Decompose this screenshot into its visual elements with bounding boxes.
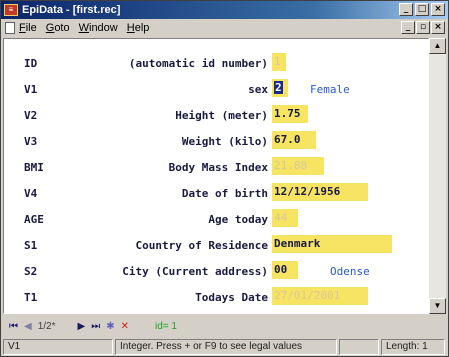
field-row-s2: S2 City (Current address) 00 Odense: [4, 261, 428, 283]
scroll-down-arrow-icon[interactable]: ▼: [429, 298, 446, 314]
data-entry-form: ID (automatic id number) 1 V1 sex 2 Fema…: [3, 38, 429, 314]
window-title: EpiData - [first.rec]: [22, 4, 121, 16]
field-label: Height (meter): [175, 109, 268, 122]
prev-record-icon[interactable]: ◀: [24, 321, 32, 332]
new-record-icon[interactable]: ✱: [106, 321, 114, 332]
doc-close-button[interactable]: ×: [431, 21, 445, 34]
field-input-country[interactable]: Denmark: [272, 235, 392, 253]
field-input-weight[interactable]: 67.0: [272, 131, 316, 149]
field-value-age[interactable]: 44: [272, 209, 298, 227]
field-name: V3: [24, 135, 38, 148]
field-value-bmi[interactable]: 21.88: [272, 157, 324, 175]
title-bar[interactable]: ≡ EpiData - [first.rec] _ □ ×: [1, 1, 448, 19]
status-message: Integer. Press + or F9 to see legal valu…: [115, 339, 337, 355]
status-bar: V1 Integer. Press + or F9 to see legal v…: [1, 338, 448, 356]
menu-bar: File Goto Window Help _ ▫ ×: [1, 19, 448, 37]
field-row-v4: V4 Date of birth 12/12/1956: [4, 183, 428, 205]
field-name: S1: [24, 239, 38, 252]
document-icon[interactable]: [5, 22, 15, 34]
field-value-todays-date[interactable]: 27/01/2001: [272, 287, 368, 305]
field-row-bmi: BMI Body Mass Index 21.88: [4, 157, 428, 179]
field-name: T1: [24, 291, 38, 304]
field-name: ID: [24, 57, 38, 70]
doc-restore-button[interactable]: ▫: [416, 21, 430, 34]
scroll-up-arrow-icon[interactable]: ▲: [429, 38, 446, 54]
status-length: Length: 1: [381, 339, 445, 355]
field-value-id[interactable]: 1: [272, 53, 286, 71]
document-window-controls: _ ▫ ×: [401, 21, 445, 34]
menu-goto[interactable]: Goto: [46, 22, 70, 34]
field-label: Country of Residence: [135, 239, 268, 252]
field-row-t1: T1 Todays Date 27/01/2001: [4, 287, 428, 309]
field-label: sex: [248, 83, 268, 96]
field-row-v3: V3 Weight (kilo) 67.0: [4, 131, 428, 153]
field-name: BMI: [24, 161, 44, 174]
close-button[interactable]: ×: [431, 3, 445, 16]
value-label-hint: Odense: [330, 265, 370, 278]
field-name: V1: [24, 83, 38, 96]
window-controls: _ □ ×: [399, 3, 445, 16]
field-input-sex[interactable]: 2: [272, 79, 288, 97]
minimize-button[interactable]: _: [399, 3, 413, 16]
status-empty-panel: [339, 339, 379, 355]
field-input-height[interactable]: 1.75: [272, 105, 308, 123]
first-record-icon[interactable]: ⏮: [9, 321, 18, 332]
maximize-button[interactable]: □: [415, 3, 429, 16]
epidata-app-icon: ≡: [4, 4, 18, 16]
next-record-icon[interactable]: ▶: [78, 321, 86, 332]
selected-value: 2: [274, 81, 283, 94]
field-name: AGE: [24, 213, 44, 226]
field-input-date-of-birth[interactable]: 12/12/1956: [272, 183, 368, 201]
field-row-age: AGE Age today 44: [4, 209, 428, 231]
menu-help[interactable]: Help: [127, 22, 150, 34]
field-row-s1: S1 Country of Residence Denmark: [4, 235, 428, 257]
field-label: Date of birth: [181, 187, 268, 200]
doc-minimize-button[interactable]: _: [401, 21, 415, 34]
field-row-v2: V2 Height (meter) 1.75: [4, 105, 428, 127]
field-name: V2: [24, 109, 38, 122]
menu-file[interactable]: File: [19, 22, 37, 34]
record-id-label: id= 1: [154, 320, 177, 332]
field-name: V4: [24, 187, 38, 200]
field-input-city[interactable]: 00: [272, 261, 298, 279]
field-name: S2: [24, 265, 38, 278]
field-label: (automatic id number): [128, 57, 268, 70]
field-label: Weight (kilo): [181, 135, 268, 148]
value-label-hint: Female: [310, 83, 350, 96]
status-field-name: V1: [3, 339, 113, 355]
app-window: ≡ EpiData - [first.rec] _ □ × File Goto …: [0, 0, 449, 357]
delete-record-icon[interactable]: ✕: [121, 321, 129, 332]
record-navigation-bar: ⏮ ◀ 1/2* ▶ ⏭ ✱ ✕ id= 1: [3, 316, 446, 336]
field-row-v1: V1 sex 2 Female: [4, 79, 428, 101]
vertical-scrollbar[interactable]: ▲ ▼: [429, 38, 446, 314]
record-counter: 1/2*: [37, 320, 56, 332]
field-label: Body Mass Index: [168, 161, 268, 174]
field-label: City (Current address): [122, 265, 268, 278]
last-record-icon[interactable]: ⏭: [91, 321, 100, 332]
field-label: Todays Date: [195, 291, 268, 304]
menu-window[interactable]: Window: [79, 22, 118, 34]
field-row-id: ID (automatic id number) 1: [4, 53, 428, 75]
field-label: Age today: [208, 213, 268, 226]
